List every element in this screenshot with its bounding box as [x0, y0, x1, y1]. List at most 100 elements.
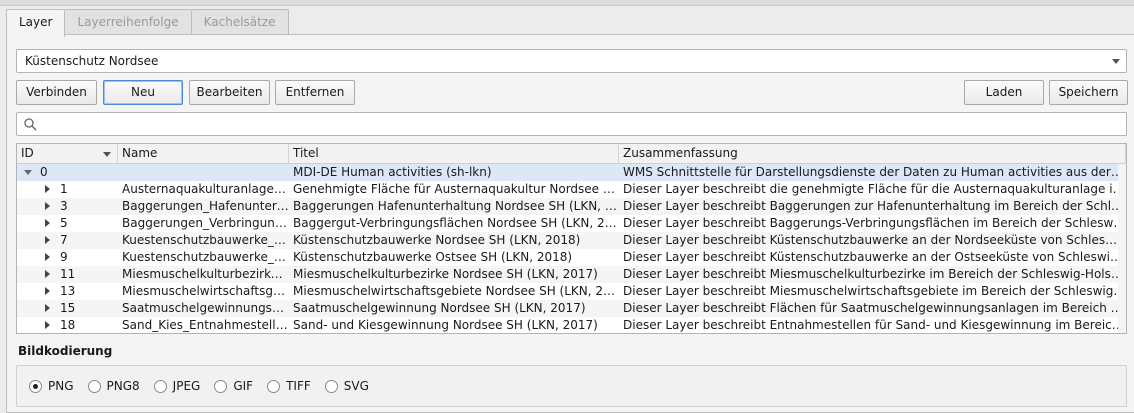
- row-id: 3: [60, 199, 68, 213]
- table-row[interactable]: 13 Miesmuschelwirtschaftsge… Miesmuschel…: [17, 283, 1126, 300]
- row-name: Saatmuschelgewinnungsan…: [122, 301, 289, 315]
- tab-layer[interactable]: Layer: [6, 9, 66, 37]
- row-name: Miesmuschelwirtschaftsge…: [122, 284, 289, 298]
- row-name: Baggerungen_Hafenunterh…: [122, 199, 289, 213]
- row-id: 11: [60, 267, 76, 281]
- expand-arrow-icon[interactable]: [43, 215, 53, 232]
- row-titel: Genehmigte Fläche für Austernaquakultur …: [293, 182, 619, 196]
- row-id: 7: [60, 233, 68, 247]
- column-header-id[interactable]: ID: [17, 144, 118, 164]
- table-row[interactable]: 7 Kuestenschutzbauwerke_N… Küstenschutzb…: [17, 232, 1126, 249]
- row-name: Sand_Kies_Entnahmestelle…: [122, 318, 289, 332]
- row-name: Kuestenschutzbauwerke_N…: [122, 233, 289, 247]
- layer-tree[interactable]: ID Name Titel Zusammenfassung 0 MDI-DE H…: [16, 143, 1127, 334]
- connection-select-value: Küstenschutz Nordsee: [25, 54, 159, 68]
- tab-layerreihenfolge[interactable]: Layerreihenfolge: [64, 9, 192, 35]
- row-zusammenfassung: Dieser Layer beschreibt Baggerungs-Verbr…: [623, 216, 1126, 230]
- radio-svg[interactable]: SVG: [324, 379, 369, 393]
- table-row[interactable]: 5 Baggerungen_Verbringung… Baggergut-Ver…: [17, 215, 1126, 232]
- row-id: 13: [60, 284, 76, 298]
- vertical-scrollbar[interactable]: [1118, 164, 1126, 333]
- expand-arrow-icon[interactable]: [43, 317, 53, 333]
- connect-button[interactable]: Verbinden: [16, 80, 97, 105]
- row-titel: Baggerungen Hafenunterhaltung Nordsee SH…: [293, 199, 619, 213]
- radio-unchecked-icon: [153, 379, 167, 393]
- row-zusammenfassung: Dieser Layer beschreibt Küstenschutzbauw…: [623, 233, 1126, 247]
- table-row[interactable]: 18 Sand_Kies_Entnahmestelle… Sand- und K…: [17, 317, 1126, 333]
- remove-button[interactable]: Entfernen: [275, 80, 355, 105]
- expand-arrow-icon[interactable]: [43, 300, 53, 317]
- table-row[interactable]: 9 Kuestenschutzbauwerke_O… Küstenschutzb…: [17, 249, 1126, 266]
- radio-unchecked-icon: [324, 379, 338, 393]
- expand-arrow-icon[interactable]: [43, 266, 53, 283]
- expand-arrow-icon[interactable]: [43, 283, 53, 300]
- radio-unchecked-icon: [214, 379, 228, 393]
- radio-gif[interactable]: GIF: [214, 379, 253, 393]
- row-id: 18: [60, 318, 76, 332]
- collapse-arrow-icon[interactable]: [23, 164, 33, 181]
- layer-search-input[interactable]: [16, 112, 1127, 136]
- search-icon: [24, 118, 37, 131]
- radio-png[interactable]: PNG: [29, 379, 74, 393]
- row-titel: MDI-DE Human activities (sh-lkn): [293, 165, 492, 179]
- column-header-zusammenfassung[interactable]: Zusammenfassung: [619, 144, 1126, 164]
- row-titel: Miesmuschelwirtschaftsgebiete Nordsee SH…: [293, 284, 619, 298]
- load-button[interactable]: Laden: [964, 80, 1044, 105]
- save-button[interactable]: Speichern: [1049, 80, 1128, 105]
- radio-jpeg[interactable]: JPEG: [153, 379, 201, 393]
- chevron-down-icon: [1112, 59, 1120, 64]
- row-zusammenfassung: Dieser Layer beschreibt die genehmigte F…: [623, 182, 1126, 196]
- radio-label: PNG: [48, 379, 74, 393]
- row-titel: Küstenschutzbauwerke Nordsee SH (LKN, 20…: [293, 233, 581, 247]
- image-encoding-group: PNG PNG8 JPEG GIF TIFF SVG: [16, 365, 1127, 407]
- row-name: Kuestenschutzbauwerke_O…: [122, 250, 289, 264]
- connection-select[interactable]: Küstenschutz Nordsee: [16, 49, 1127, 73]
- tab-bar: Layer Layerreihenfolge Kachelsätze: [6, 9, 289, 37]
- table-row[interactable]: 11 Miesmuschelkulturbezirke_… Miesmusche…: [17, 266, 1126, 283]
- radio-unchecked-icon: [87, 379, 101, 393]
- row-titel: Saatmuschelgewinnung Nordsee SH (LKN, 20…: [293, 301, 586, 315]
- edit-button[interactable]: Bearbeiten: [189, 80, 270, 105]
- row-id: 1: [60, 182, 68, 196]
- column-header-id-label: ID: [21, 146, 34, 160]
- table-row[interactable]: 0 MDI-DE Human activities (sh-lkn) WMS S…: [17, 164, 1126, 181]
- image-encoding-title: Bildkodierung: [18, 344, 113, 358]
- row-name: Austernaquakulturanlagen…: [122, 182, 289, 196]
- radio-label: PNG8: [106, 379, 140, 393]
- radio-label: JPEG: [172, 379, 201, 393]
- table-row[interactable]: 1 Austernaquakulturanlagen… Genehmigte F…: [17, 181, 1126, 198]
- tab-kachelsaetze[interactable]: Kachelsätze: [190, 9, 289, 35]
- table-row[interactable]: 15 Saatmuschelgewinnungsan… Saatmuschelg…: [17, 300, 1126, 317]
- new-button[interactable]: Neu: [103, 80, 183, 105]
- row-id: 15: [60, 301, 76, 315]
- radio-checked-icon: [29, 379, 42, 393]
- layer-tree-header: ID Name Titel Zusammenfassung: [17, 144, 1126, 164]
- radio-label: TIFF: [286, 379, 311, 393]
- expand-arrow-icon[interactable]: [43, 232, 53, 249]
- row-id: 9: [60, 250, 68, 264]
- row-name: Miesmuschelkulturbezirke_…: [122, 267, 289, 281]
- row-id: 5: [60, 216, 68, 230]
- radio-label: GIF: [233, 379, 254, 393]
- row-zusammenfassung: Dieser Layer beschreibt Miesmuschelwirts…: [623, 284, 1126, 298]
- expand-arrow-icon[interactable]: [43, 181, 53, 198]
- row-name: [118, 164, 289, 181]
- row-zusammenfassung: Dieser Layer beschreibt Miesmuschelkultu…: [623, 267, 1126, 281]
- radio-unchecked-icon: [267, 379, 281, 393]
- radio-label: SVG: [343, 379, 369, 393]
- radio-png8[interactable]: PNG8: [87, 379, 140, 393]
- row-zusammenfassung: Dieser Layer beschreibt Küstenschutzbauw…: [623, 250, 1126, 264]
- row-zusammenfassung: WMS Schnittstelle für Darstellungsdienst…: [623, 165, 1126, 179]
- radio-tiff[interactable]: TIFF: [267, 379, 311, 393]
- expand-arrow-icon[interactable]: [43, 249, 53, 266]
- expand-arrow-icon[interactable]: [43, 198, 53, 215]
- row-titel: Sand- und Kiesgewinnung Nordsee SH (LKN,…: [293, 318, 598, 332]
- column-header-titel[interactable]: Titel: [289, 144, 619, 164]
- table-row[interactable]: 3 Baggerungen_Hafenunterh… Baggerungen H…: [17, 198, 1126, 215]
- column-header-name[interactable]: Name: [118, 144, 289, 164]
- row-zusammenfassung: Dieser Layer beschreibt Entnahmestellen …: [623, 318, 1126, 332]
- row-titel: Küstenschutzbauwerke Ostsee SH (LKN, 201…: [293, 250, 573, 264]
- row-zusammenfassung: Dieser Layer beschreibt Baggerungen zur …: [623, 199, 1126, 213]
- window-top-edge: [0, 0, 1134, 6]
- row-name: Baggerungen_Verbringung…: [122, 216, 289, 230]
